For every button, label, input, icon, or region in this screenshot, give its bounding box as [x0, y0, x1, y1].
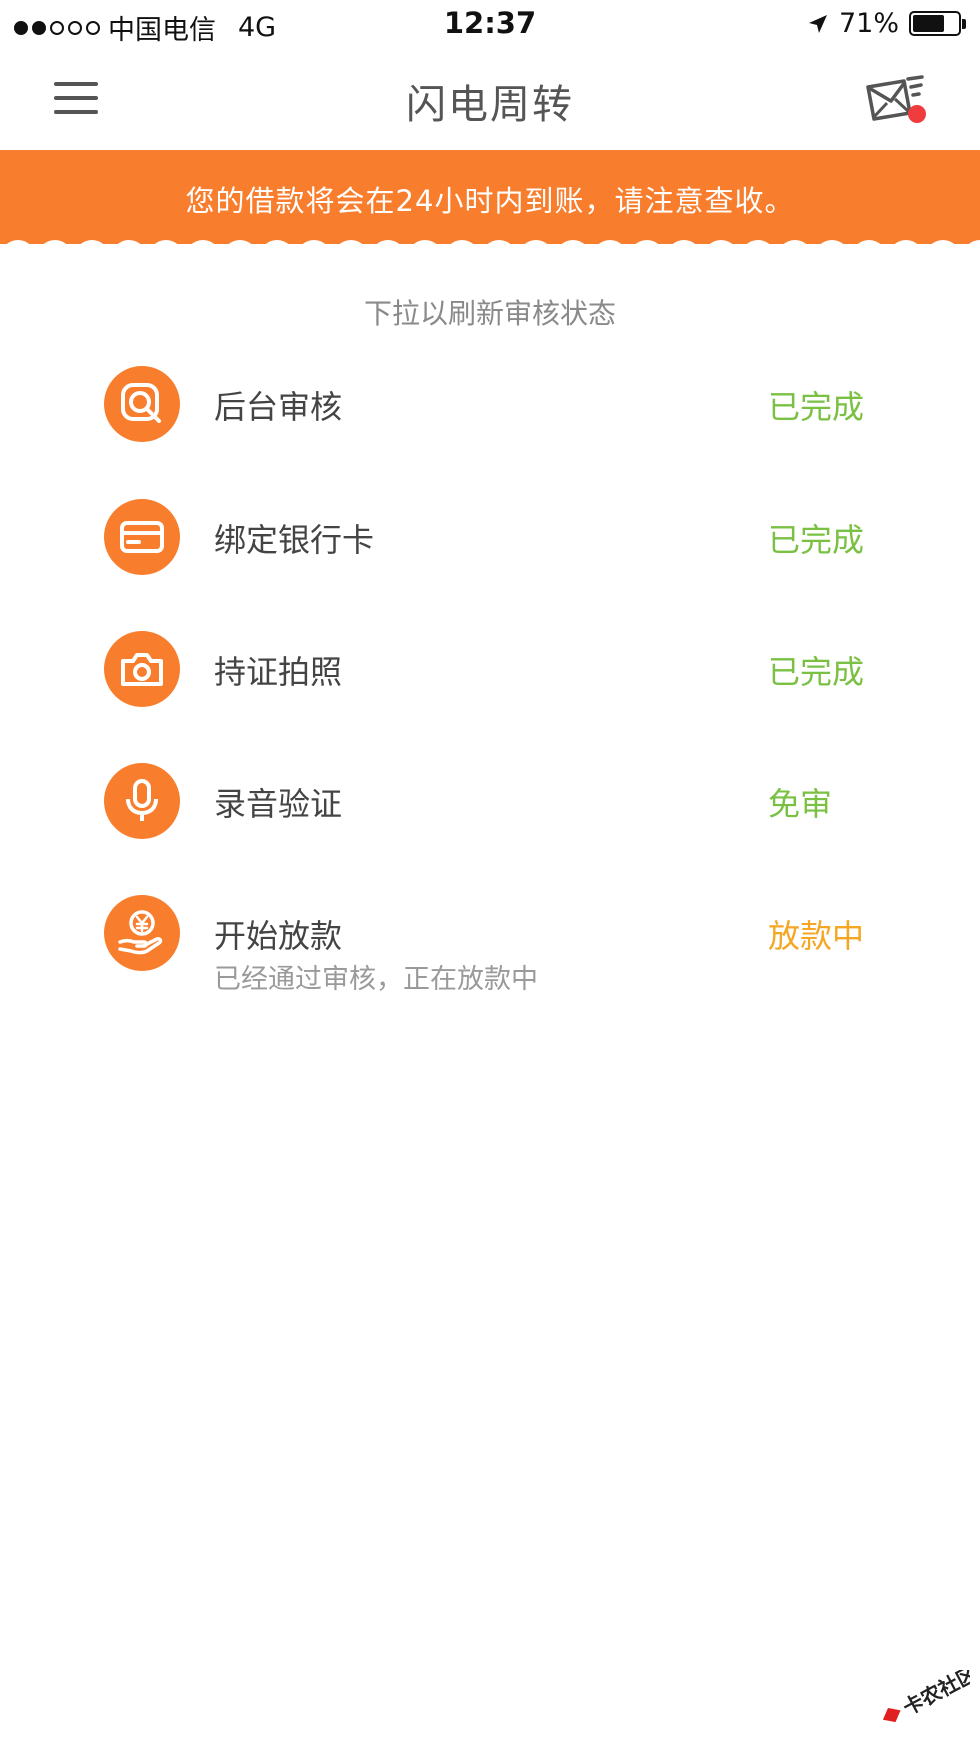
- step-item-photo: 持证拍照 已完成: [0, 631, 980, 741]
- notice-text: 您的借款将会在24小时内到账，请注意查收。: [185, 184, 795, 218]
- step-sub-text: 已经通过审核，正在放款中: [214, 964, 538, 995]
- step-item-disburse: 开始放款 放款中 已经通过审核，正在放款中: [0, 895, 980, 1005]
- location-arrow-icon: [808, 14, 827, 33]
- battery-percent: 71%: [838, 8, 899, 39]
- review-search-icon: [104, 366, 180, 442]
- step-label: 录音验证: [214, 785, 343, 823]
- bank-card-icon: [104, 499, 180, 575]
- step-status: 已完成: [768, 388, 865, 426]
- step-item-bind-card: 绑定银行卡 已完成: [0, 499, 980, 609]
- step-label: 开始放款: [214, 917, 343, 955]
- banner-scallop-edge: [0, 238, 980, 260]
- step-status: 免审: [768, 785, 833, 823]
- camera-icon: [104, 631, 180, 707]
- step-label: 持证拍照: [214, 653, 343, 691]
- pull-to-refresh-hint: 下拉以刷新审核状态: [363, 297, 616, 330]
- step-label: 后台审核: [214, 388, 343, 426]
- yuan-hand-icon: [104, 895, 180, 971]
- step-item-review: 后台审核 已完成: [0, 366, 980, 476]
- mail-button[interactable]: [864, 75, 934, 125]
- unread-badge: [908, 105, 926, 123]
- navigation-bar: 闪电周转: [0, 50, 980, 150]
- notice-banner: 您的借款将会在24小时内到账，请注意查收。: [0, 150, 980, 242]
- step-label: 绑定银行卡: [214, 521, 375, 559]
- svg-text:卡农社区: 卡农社区: [899, 1670, 970, 1720]
- screen: 中国电信 4G 12:37 71% 闪电周转 您的借款将会在24小时内到账，请注…: [0, 0, 980, 1743]
- battery-icon: [909, 11, 966, 36]
- step-item-voice: 录音验证 免审: [0, 763, 980, 873]
- step-status: 放款中: [768, 917, 865, 955]
- status-bar: 中国电信 4G 12:37 71%: [0, 0, 980, 50]
- page-title: 闪电周转: [406, 82, 574, 128]
- step-status: 已完成: [768, 521, 865, 559]
- microphone-icon: [104, 763, 180, 839]
- status-right: 71%: [807, 8, 966, 39]
- step-status: 已完成: [768, 653, 865, 691]
- watermark-logo: 卡农社区: [882, 1670, 970, 1723]
